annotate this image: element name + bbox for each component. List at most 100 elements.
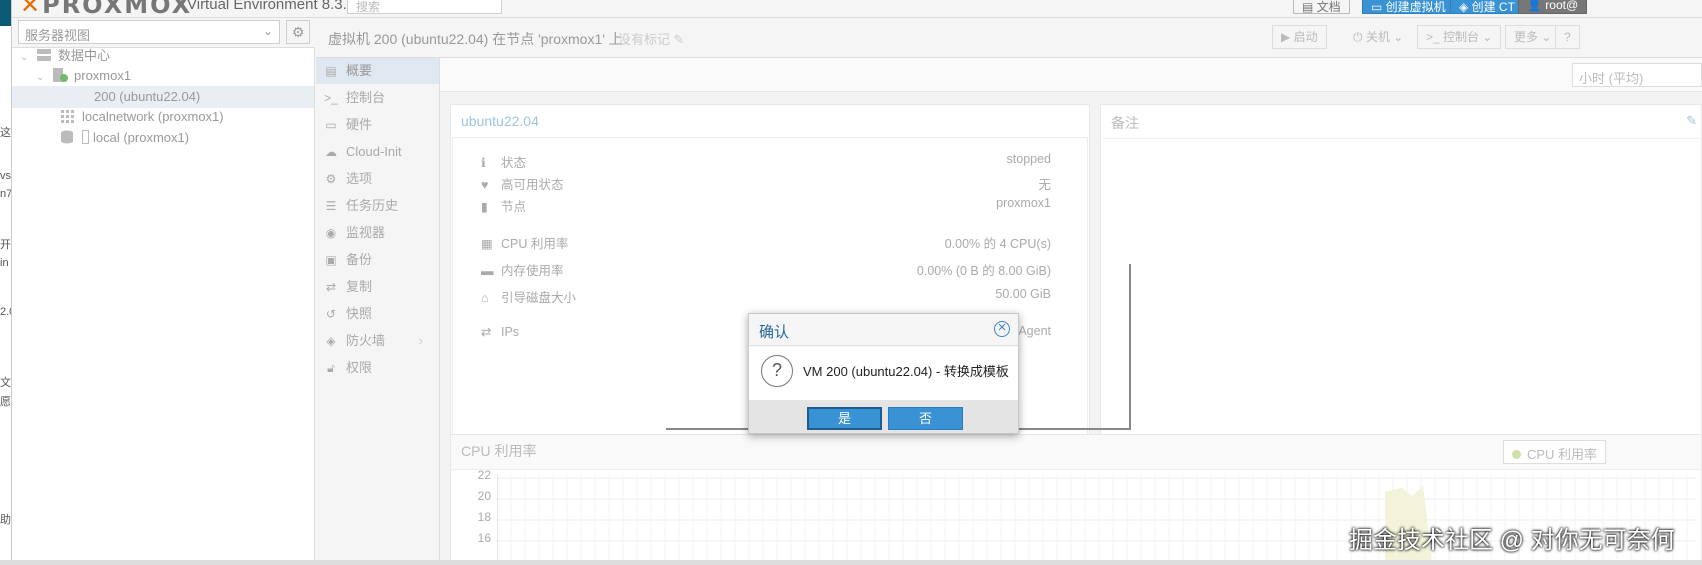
timeframe-select[interactable]: 小时 (平均): [1572, 63, 1702, 87]
legend-dot: [1512, 450, 1521, 459]
sliver-text: 2.0: [0, 306, 11, 318]
status-row: ℹ 状态 stopped: [481, 152, 1051, 170]
sliver-text: 开: [0, 239, 11, 251]
help-button[interactable]: ?: [1555, 25, 1580, 49]
pencil-icon: ✎: [673, 32, 685, 47]
resource-tree: ⌄ 数据中心 ⌄ proxmox1 200 (ubuntu22.04) loca…: [12, 48, 315, 560]
node-online-icon: [53, 68, 69, 82]
notes-body: [1102, 138, 1700, 448]
docs-button[interactable]: ▤ 文档: [1293, 0, 1350, 14]
cpu-chart-legend[interactable]: CPU 利用率: [1503, 440, 1607, 464]
terminal-icon: >_: [1426, 30, 1440, 44]
memory-icon: ▬: [481, 264, 494, 278]
nav-console[interactable]: >_ 控制台: [316, 85, 439, 111]
nav-options[interactable]: ⚙ 选项: [316, 166, 439, 192]
sliver-text: vs: [0, 170, 11, 182]
list-icon: ☰: [325, 199, 337, 213]
vm-title: 虚拟机 200 (ubuntu22.04) 在节点 'proxmox1' 上: [328, 31, 623, 47]
status-panel-title: ubuntu22.04: [461, 113, 539, 129]
cpu-chart-title: CPU 利用率: [461, 443, 537, 459]
info-icon: ℹ: [481, 156, 486, 170]
close-icon[interactable]: ✕: [994, 321, 1010, 337]
dialog-body: ? VM 200 (ubuntu22.04) - 转换成模板: [749, 347, 1018, 400]
y-tick: 16: [477, 531, 491, 545]
book-icon: ▤: [325, 64, 337, 78]
node-row: ▮ 节点 proxmox1: [481, 196, 1051, 214]
background-window-titlebar: [0, 0, 11, 26]
overlay-line: [1129, 264, 1131, 428]
nav-monitor[interactable]: ◉ 监视器: [316, 220, 439, 246]
tree-settings-button[interactable]: ⚙: [286, 20, 310, 44]
start-button[interactable]: ▶ 启动: [1272, 25, 1327, 49]
shutdown-button[interactable]: ⏻ 关机 ⌄: [1344, 25, 1413, 49]
nav-replication[interactable]: ⇄ 复制: [316, 274, 439, 300]
gear-icon: ⚙: [291, 24, 305, 40]
nav-snapshots[interactable]: ↺ 快照: [316, 301, 439, 327]
terminal-icon: >_: [324, 91, 338, 105]
notes-panel: 备注 ✎: [1100, 104, 1702, 449]
collapse-icon: ⌄: [20, 52, 29, 63]
yes-button[interactable]: 是: [807, 407, 882, 430]
tree-node-proxmox1[interactable]: ⌄ proxmox1: [36, 65, 131, 87]
top-header: ✕PROXMOX Virtual Environment 8.3.0 搜索 ▤ …: [12, 0, 1702, 18]
proxmox-logo: ✕PROXMOX: [20, 0, 193, 18]
collapse-icon: ⌄: [36, 72, 45, 83]
notes-panel-title: 备注: [1111, 115, 1139, 131]
tree-node-local-storage[interactable]: local (proxmox1): [60, 127, 189, 149]
storage-bar-icon: [82, 130, 89, 144]
y-tick: 18: [477, 510, 491, 524]
sliver-text: 助: [0, 514, 11, 526]
vm-subnav: ▤ 概要 >_ 控制台 ▭ 硬件 ☁ Cloud-Init ⚙ 选项 ☰ 任务历史 ◉ 监视器…: [316, 58, 440, 560]
sliver-text: n7: [0, 188, 12, 200]
user-menu[interactable]: 👤 root@: [1518, 0, 1588, 14]
nav-hardware[interactable]: ▭ 硬件: [316, 112, 439, 138]
watermark: 掘金技术社区 @ 对你无可奈何: [1349, 527, 1675, 554]
y-tick: 20: [477, 489, 491, 503]
create-vm-button[interactable]: ▭ 创建虚拟机: [1362, 0, 1455, 14]
create-ct-button[interactable]: ◈ 创建 CT: [1450, 0, 1524, 14]
dialog-title: 确认: [759, 324, 790, 341]
network-grid-icon: [61, 110, 74, 123]
building-icon: ▮: [481, 200, 488, 214]
chevron-down-icon: ⌄: [262, 24, 273, 38]
nav-permissions[interactable]: 🔓︎ 权限: [316, 355, 439, 381]
shield-icon: ◈: [326, 334, 336, 348]
y-tick: 22: [477, 468, 491, 482]
nav-summary[interactable]: ▤ 概要: [316, 58, 439, 84]
edit-notes-icon[interactable]: ✎: [1686, 113, 1697, 129]
dialog-footer: 是 否: [749, 400, 1018, 433]
console-button[interactable]: >_ 控制台 ⌄: [1417, 25, 1502, 49]
confirm-dialog: 确认 ✕ ? VM 200 (ubuntu22.04) - 转换成模板 是 否: [748, 313, 1019, 434]
heartbeat-icon: ♥: [481, 178, 489, 192]
cloud-icon: ☁: [325, 145, 337, 159]
tree-node-datacenter[interactable]: ⌄ 数据中心: [20, 45, 110, 67]
exchange-icon: ⇄: [481, 325, 492, 339]
memory-usage-row: ▬ 内存使用率 0.00% (0 B 的 8.00 GiB): [481, 264, 1051, 278]
timeframe-bar: 小时 (平均): [440, 58, 1702, 92]
sliver-text: in: [0, 257, 9, 269]
more-button[interactable]: 更多 ⌄: [1505, 25, 1561, 49]
nav-firewall[interactable]: ◈ 防火墙 ›: [316, 328, 439, 354]
hdd-icon: ⌂: [481, 291, 489, 305]
database-icon: [61, 130, 73, 144]
tree-node-localnetwork[interactable]: localnetwork (proxmox1): [60, 106, 224, 128]
play-icon: ▶: [1281, 30, 1291, 44]
unlock-icon: 🔓︎: [327, 361, 335, 375]
tree-toolbar: 服务器视图 ⌄ ⚙: [12, 18, 315, 48]
no-button[interactable]: 否: [888, 407, 963, 430]
ha-status-row: ♥ 高可用状态无: [481, 178, 1051, 192]
tree-node-vm-200[interactable]: 200 (ubuntu22.04): [12, 86, 314, 108]
no-tags-label[interactable]: 没有标记 ✎: [618, 29, 685, 48]
cpu-usage-row: ▦ CPU 利用率 0.00% 的 4 CPU(s): [481, 237, 1051, 251]
sliver-text: 愿: [0, 396, 11, 408]
view-select[interactable]: 服务器视图 ⌄: [18, 20, 280, 44]
retweet-icon: ⇄: [325, 280, 337, 294]
bottom-bar: [0, 560, 1702, 565]
nav-task-history[interactable]: ☰ 任务历史: [316, 193, 439, 219]
gear-icon: ⚙: [325, 172, 337, 186]
search-input[interactable]: 搜索: [347, 0, 502, 14]
nav-backup[interactable]: ▣ 备份: [316, 247, 439, 273]
monitor-icon: ▭: [325, 118, 337, 132]
nav-cloud-init[interactable]: ☁ Cloud-Init: [316, 139, 439, 165]
summary-main: 小时 (平均) ubuntu22.04 ℹ 状态 stopped ♥ 高可用状态无 ▮…: [440, 58, 1702, 562]
